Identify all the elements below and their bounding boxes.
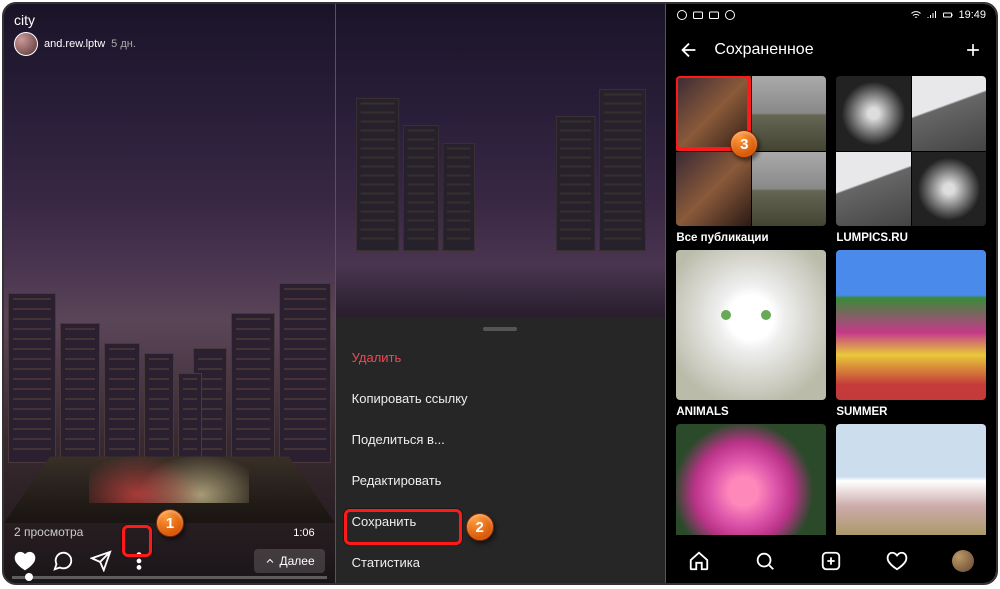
collection-lumpics[interactable]: LUMPICS.RU [836,76,986,244]
collection-all-posts[interactable]: 3 Все публикации [676,76,826,244]
collection-label-lumpics: LUMPICS.RU [836,232,986,244]
status-bar: 19:49 [666,4,996,26]
tab-profile-avatar[interactable] [952,550,974,572]
collection-extra-2[interactable] [836,424,986,535]
saved-header: Сохраненное [666,28,996,72]
status-icon-shazam [724,9,736,21]
post-age: 5 дн. [111,38,136,50]
thumb-bw [836,76,911,151]
back-icon[interactable] [678,39,700,61]
panel-igtv-post: city and.rew.lptw 5 дн. 2 просмотра 1:06… [4,4,335,583]
video-progress-track[interactable] [12,576,327,579]
status-icon-tv [692,9,704,21]
post-title: city [14,12,35,28]
author-username: and.rew.lptw [44,38,105,50]
highlight-box-more [122,525,152,557]
video-progress-thumb[interactable] [25,573,33,581]
car-lights [89,423,249,503]
collection-summer[interactable]: SUMMER [836,250,986,418]
status-time: 19:49 [958,9,986,21]
saved-title: Сохраненное [714,41,948,59]
collection-label-summer: SUMMER [836,406,986,418]
tab-search-icon[interactable] [754,550,776,572]
menu-edit[interactable]: Редактировать [336,460,666,501]
menu-delete[interactable]: Удалить [336,337,666,378]
comment-icon[interactable] [52,550,74,572]
collection-label-all: Все публикации [676,232,826,244]
panel-action-sheet: Удалить Копировать ссылку Поделиться в..… [335,4,666,583]
thumb-aerial [912,152,986,227]
sheet-handle[interactable] [483,327,517,331]
bottom-tab-bar [666,539,996,583]
menu-share[interactable]: Поделиться в... [336,419,666,460]
callout-2: 2 [466,513,494,541]
panel-saved-collections: 19:49 Сохраненное [665,4,996,583]
video-timecode: 1:06 [293,527,314,539]
menu-stats[interactable]: Статистика [336,542,666,583]
status-icon-tv2 [708,9,720,21]
tab-home-icon[interactable] [688,550,710,572]
tab-create-icon[interactable] [820,550,842,572]
collection-animals[interactable]: ANIMALS [676,250,826,418]
thumb-tower-b [836,152,911,227]
collections-grid: 3 Все публикации LUMPICS.RU [676,76,986,535]
battery-icon [942,9,954,21]
menu-copy-link[interactable]: Копировать ссылку [336,378,666,419]
collection-extra-1[interactable] [676,424,826,535]
highlight-box-save [344,509,462,545]
thumb-tower [912,76,986,151]
callout-1: 1 [156,509,184,537]
status-icon-circle [676,9,688,21]
signal-icon [926,9,938,21]
like-icon[interactable] [14,550,36,572]
thumb-grey-b [752,152,827,227]
post-author-row[interactable]: and.rew.lptw 5 дн. [14,32,136,56]
add-collection-icon[interactable] [962,39,984,61]
next-label: Далее [280,554,315,568]
tab-activity-icon[interactable] [886,550,908,572]
author-avatar[interactable] [14,32,38,56]
share-icon[interactable] [90,550,112,572]
next-button[interactable]: Далее [254,549,325,573]
city-buildings-dim [352,35,649,251]
collection-label-animals: ANIMALS [676,406,826,418]
thumb-grey [752,76,827,151]
wifi-icon [910,9,922,21]
thumb-city-b [676,152,751,227]
